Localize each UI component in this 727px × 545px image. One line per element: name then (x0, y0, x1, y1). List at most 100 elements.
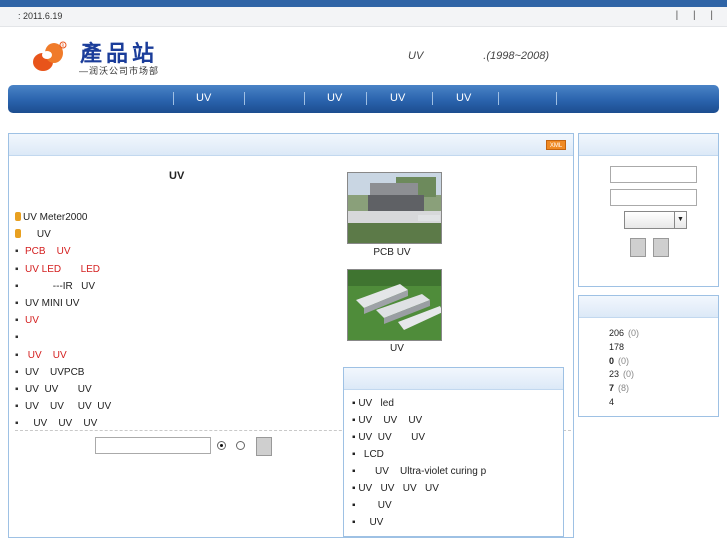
search-radio-1[interactable] (217, 441, 226, 450)
list-item[interactable]: UV Meter2000 (15, 209, 111, 226)
list-item[interactable]: ▪ UV UV UV (15, 381, 111, 398)
photo-uv-image (348, 270, 441, 340)
password-input[interactable] (610, 189, 697, 206)
bullet-icon: ▪ (15, 246, 19, 258)
bullet-icon: ▪ (15, 263, 19, 275)
list-item[interactable]: ▪ UV UV (15, 347, 111, 364)
list-item[interactable]: ▪ UV UVPCB (15, 364, 111, 381)
stat-row: 206 (0) (609, 326, 639, 340)
nav-item-4[interactable]: UV (456, 92, 471, 104)
main-title: UV (169, 170, 185, 182)
stat-row: 7 (8) (609, 381, 639, 395)
list-item[interactable]: ▪ UV (344, 514, 563, 531)
sub-panel: ▪ UV led ▪ UV UV UV ▪ UV UV UV ▪ LCD ▪ UV Ul… (343, 367, 564, 537)
search-input[interactable] (95, 437, 211, 454)
list-item-label: UV (358, 500, 392, 511)
stats-list: 206 (0) 178 0 (0) 23 (0) 7 (8) 4 (609, 326, 639, 409)
stat-extra: (0) (623, 369, 635, 380)
login-button[interactable] (630, 238, 646, 257)
bullet-icon: ▪ (15, 315, 19, 327)
list-item[interactable]: ▪ UV MINI UV (15, 295, 111, 312)
stat-extra: (0) (618, 355, 630, 366)
top-toolbar: : 2011.6.19 | | | (0, 7, 727, 27)
list-item-label: ---IR UV (25, 280, 95, 292)
bullet-icon: ▪ (15, 401, 19, 413)
stat-row: 0 (0) (609, 354, 639, 368)
logo-icon[interactable]: R (30, 38, 70, 74)
product-photo-pcb-uv[interactable] (347, 172, 442, 244)
toolbar-link-1[interactable]: | (676, 10, 679, 21)
list-item-label: UV UV (25, 349, 67, 361)
xml-feed-badge[interactable]: XML (546, 140, 566, 150)
list-item-label: UV UV UV (25, 418, 98, 430)
login-panel: ▼ (578, 133, 719, 287)
list-item[interactable]: ▪ UV led (344, 395, 563, 412)
bullet-icon: ▪ (15, 280, 19, 292)
stat-value: 178 (609, 341, 625, 352)
top-strip (0, 0, 727, 7)
nav-item-3[interactable]: UV (390, 92, 405, 104)
list-item[interactable]: ▪ UV UV UV (344, 429, 563, 446)
list-item-label: UV (25, 315, 39, 327)
list-item-label: UV (358, 517, 384, 528)
list-item[interactable]: ▪ UV (15, 312, 111, 329)
stat-value: 7 (609, 383, 615, 394)
list-item[interactable]: UV (15, 226, 111, 243)
sub-panel-header (344, 368, 563, 390)
toolbar-links: | | | (664, 10, 713, 21)
chevron-down-icon: ▼ (674, 212, 686, 228)
nav-item-1[interactable]: UV (196, 92, 211, 104)
stat-value: 206 (609, 328, 625, 338)
nav-separator (366, 92, 367, 105)
nav-separator (244, 92, 245, 105)
list-item-label: UV UV UV (358, 415, 423, 426)
stat-row: 23 (0) (609, 367, 639, 381)
main-nav: UV UV UV UV (8, 85, 719, 113)
link-list: UV Meter2000 UV ▪ PCB UV ▪ UV LED LED ▪ ---IR… (15, 209, 111, 432)
search-radio-2[interactable] (236, 441, 245, 450)
list-item[interactable]: ▪ UV UV UV (344, 412, 563, 429)
search-button[interactable] (256, 437, 272, 456)
product-photo-uv[interactable] (347, 269, 442, 341)
nav-separator (498, 92, 499, 105)
nav-separator (304, 92, 305, 105)
list-item[interactable]: ▪ ---IR UV (15, 278, 111, 295)
register-button[interactable] (653, 238, 669, 257)
list-item[interactable]: ▪ UV UV UV UV (344, 480, 563, 497)
list-item[interactable]: ▪ UV LED LED (15, 261, 111, 278)
list-item-label: UV Ultra-violet curing p (358, 466, 487, 477)
nav-separator (173, 92, 174, 105)
main-panel-header: XML (9, 134, 573, 156)
slogan: UV .(1998~2008) (408, 50, 549, 62)
list-item-label: LCD (358, 449, 384, 460)
list-item-label: UV UVPCB (25, 366, 85, 378)
list-item-label: UV UV UV (358, 432, 426, 443)
list-item[interactable]: ▪ LCD (344, 446, 563, 463)
list-item-label: UV MINI UV (25, 297, 80, 309)
list-item-label: UV UV UV (25, 383, 92, 395)
list-item[interactable]: ▪ PCB UV (15, 243, 111, 260)
list-item[interactable]: ▪ UV Ultra-violet curing p (344, 463, 563, 480)
bullet-icon: ▪ (15, 297, 19, 309)
bullet-icon: ▪ (15, 332, 19, 344)
svg-text:R: R (62, 43, 65, 48)
toolbar-link-3[interactable]: | (710, 10, 713, 21)
list-item-label: PCB UV (25, 246, 71, 258)
list-item[interactable]: ▪ (15, 329, 111, 346)
nav-separator (432, 92, 433, 105)
nav-item-2[interactable]: UV (327, 92, 342, 104)
list-item[interactable]: ▪ UV UV UV UV (15, 398, 111, 415)
login-select[interactable]: ▼ (624, 211, 687, 229)
stat-value: 0 (609, 355, 615, 366)
photo-caption-1: PCB UV (373, 247, 411, 258)
list-item-label: UV UV UV UV (25, 401, 112, 413)
list-item[interactable]: ▪ UV (344, 497, 563, 514)
stat-extra: (0) (628, 328, 640, 338)
slogan-years: .(1998~2008) (483, 50, 550, 62)
list-item-label: UV (23, 229, 51, 241)
stat-row: 4 (609, 395, 639, 409)
list-item-label: UV LED LED (25, 263, 101, 275)
toolbar-link-2[interactable]: | (693, 10, 696, 21)
bulb-icon (15, 212, 21, 221)
username-input[interactable] (610, 166, 697, 183)
